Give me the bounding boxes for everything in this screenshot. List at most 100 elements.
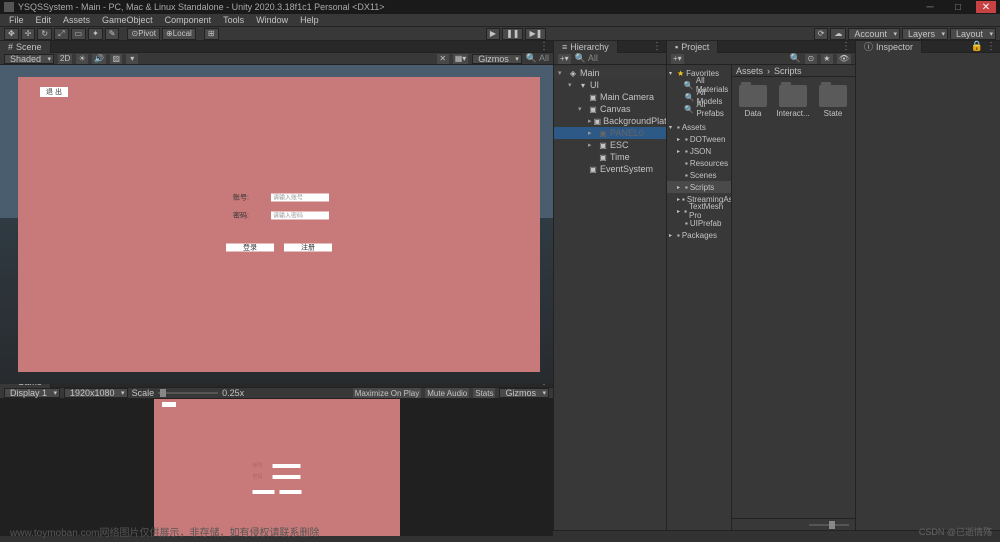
scene-tab-options-icon[interactable]: ⋮	[535, 41, 553, 52]
move-tool-icon[interactable]: ✢	[21, 28, 36, 40]
password-input[interactable]: 请输入密码	[271, 211, 329, 219]
breadcrumb: Assets › Scripts	[732, 65, 855, 77]
hierarchy-item[interactable]: ▸▣ESC	[554, 139, 666, 151]
hierarchy-item[interactable]: ▣EventSystem	[554, 163, 666, 175]
fx-icon[interactable]: ▨	[110, 54, 122, 64]
game-panel: ∞Game ⋮ Display 1 1920x1080 Scale 0.25x …	[0, 375, 553, 530]
maximize-button[interactable]: □	[948, 1, 968, 13]
resolution-dropdown[interactable]: 1920x1080	[64, 388, 128, 398]
hand-tool-icon[interactable]: ✥	[4, 28, 19, 40]
exit-button[interactable]: 退 出	[40, 87, 68, 97]
hidden-icon[interactable]: 👁	[837, 54, 851, 64]
project-tree-item[interactable]: ▪Resources	[667, 157, 731, 169]
lighting-icon[interactable]: ☀	[76, 54, 88, 64]
rect-tool-icon[interactable]: ▭	[71, 28, 87, 40]
register-button[interactable]: 注册	[284, 243, 332, 251]
project-tree-item[interactable]: ▸▪TextMesh Pro	[667, 205, 731, 217]
layers-dropdown[interactable]: Layers	[902, 28, 948, 40]
game-gizmos-dropdown[interactable]: Gizmos	[499, 388, 549, 398]
menu-assets[interactable]: Assets	[58, 15, 95, 25]
project-tree-item[interactable]: ▪Scenes	[667, 169, 731, 181]
fav-filter-icon[interactable]: ★	[821, 54, 833, 64]
project-tree-item[interactable]: ▪UIPrefab	[667, 217, 731, 229]
pause-button[interactable]: ❚❚	[502, 28, 523, 40]
scene-camera-icon[interactable]: ▾	[126, 54, 138, 64]
grid-icon[interactable]: ▦▾	[453, 54, 469, 64]
breadcrumb-assets[interactable]: Assets	[736, 66, 763, 76]
tab-hierarchy[interactable]: ≡Hierarchy	[554, 41, 618, 53]
display-dropdown[interactable]: Display 1	[4, 388, 60, 398]
hierarchy-search-icon[interactable]: 🔍 All	[575, 53, 598, 64]
menu-window[interactable]: Window	[251, 15, 293, 25]
project-tree-item[interactable]: ▸▪Scripts	[667, 181, 731, 193]
hierarchy-item[interactable]: ▣Time	[554, 151, 666, 163]
local-toggle[interactable]: ⊕Local	[162, 28, 196, 40]
gizmos-dropdown[interactable]: Gizmos	[472, 54, 522, 64]
login-button[interactable]: 登录	[226, 243, 274, 251]
g-login-button	[252, 490, 274, 494]
collab-icon[interactable]: ⟳	[814, 28, 829, 40]
scale-tool-icon[interactable]: ⤢	[54, 28, 68, 40]
inspector-body	[856, 53, 1000, 530]
project-search-icon[interactable]: 🔍	[790, 53, 801, 64]
audio-icon[interactable]: 🔊	[92, 54, 106, 64]
hierarchy-item[interactable]: ▾▾UI	[554, 79, 666, 91]
account-dropdown[interactable]: Account	[848, 28, 900, 40]
step-button[interactable]: ▶❚	[525, 28, 546, 40]
breadcrumb-scripts[interactable]: Scripts	[774, 66, 802, 76]
tab-scene[interactable]: #Scene	[0, 41, 51, 53]
custom-tool-icon[interactable]: ✎	[105, 28, 120, 40]
scene-tools-icon[interactable]: ✕	[437, 54, 449, 64]
project-tree-item[interactable]: ▾▪Assets	[667, 121, 731, 133]
menubar: File Edit Assets GameObject Component To…	[0, 14, 1000, 27]
hierarchy-item[interactable]: ▾◈Main	[554, 67, 666, 79]
hierarchy-create-icon[interactable]: +▾	[558, 54, 571, 64]
hierarchy-item[interactable]: ▾▣Canvas	[554, 103, 666, 115]
cloud-icon[interactable]: ☁	[830, 28, 846, 40]
2d-toggle[interactable]: 2D	[58, 54, 72, 64]
menu-edit[interactable]: Edit	[31, 15, 57, 25]
watermark-bottom-left: www.toymoban.com网络图片仅供展示，非存储，如有侵权请联系删除	[10, 524, 319, 539]
folder-item[interactable]: Data	[736, 85, 770, 118]
stats-toggle[interactable]: Stats	[473, 388, 495, 398]
snap-icon[interactable]: ⊞	[204, 28, 219, 40]
hierarchy-item[interactable]: ▸▣BackgroundPlate	[554, 115, 666, 127]
scale-slider[interactable]	[158, 392, 218, 394]
layout-dropdown[interactable]: Layout	[950, 28, 996, 40]
project-tree-item[interactable]: ▸▪JSON	[667, 145, 731, 157]
filter-icon[interactable]: ⊙	[805, 54, 817, 64]
hierarchy-tab-options-icon[interactable]: ⋮	[648, 41, 666, 52]
menu-gameobject[interactable]: GameObject	[97, 15, 158, 25]
rotate-tool-icon[interactable]: ↻	[37, 28, 52, 40]
close-button[interactable]: ✕	[976, 1, 996, 13]
hierarchy-item[interactable]: ▣Main Camera	[554, 91, 666, 103]
tab-inspector[interactable]: ⓘInspector	[856, 41, 922, 53]
menu-file[interactable]: File	[4, 15, 29, 25]
project-zoom-slider[interactable]	[732, 518, 855, 530]
scene-search-icon[interactable]: 🔍 All	[526, 53, 549, 64]
menu-component[interactable]: Component	[160, 15, 217, 25]
hierarchy-tree: ▾◈Main▾▾UI▣Main Camera▾▣Canvas▸▣Backgrou…	[554, 65, 666, 530]
menu-tools[interactable]: Tools	[218, 15, 249, 25]
maximize-toggle[interactable]: Maximize On Play	[353, 388, 421, 398]
shading-dropdown[interactable]: Shaded	[4, 54, 54, 64]
favorite-item[interactable]: 🔍All Prefabs	[667, 103, 731, 115]
minimize-button[interactable]: ─	[920, 1, 940, 13]
folder-item[interactable]: State	[816, 85, 850, 118]
folder-item[interactable]: Interact...	[776, 85, 810, 118]
hierarchy-item[interactable]: ▸▣PANEL0	[554, 127, 666, 139]
inspector-lock-icon[interactable]: 🔒 ⋮	[967, 41, 1000, 52]
mute-toggle[interactable]: Mute Audio	[425, 388, 469, 398]
project-tab-options-icon[interactable]: ⋮	[837, 41, 855, 52]
scene-view[interactable]: 退 出 账号: 请输入账号 密码: 请输入密码 登录 注册	[0, 65, 553, 384]
project-create-icon[interactable]: +▾	[671, 54, 684, 64]
game-view[interactable]: 账号 密码	[0, 399, 553, 536]
menu-help[interactable]: Help	[295, 15, 324, 25]
pivot-toggle[interactable]: ⊙Pivot	[127, 28, 160, 40]
account-input[interactable]: 请输入账号	[271, 193, 329, 201]
tab-project[interactable]: ▪Project	[667, 41, 718, 53]
project-tree-item[interactable]: ▸▪DOTween	[667, 133, 731, 145]
play-button[interactable]: ▶	[486, 28, 500, 40]
transform-tool-icon[interactable]: ✦	[88, 28, 103, 40]
project-tree-item[interactable]: ▸▪Packages	[667, 229, 731, 241]
